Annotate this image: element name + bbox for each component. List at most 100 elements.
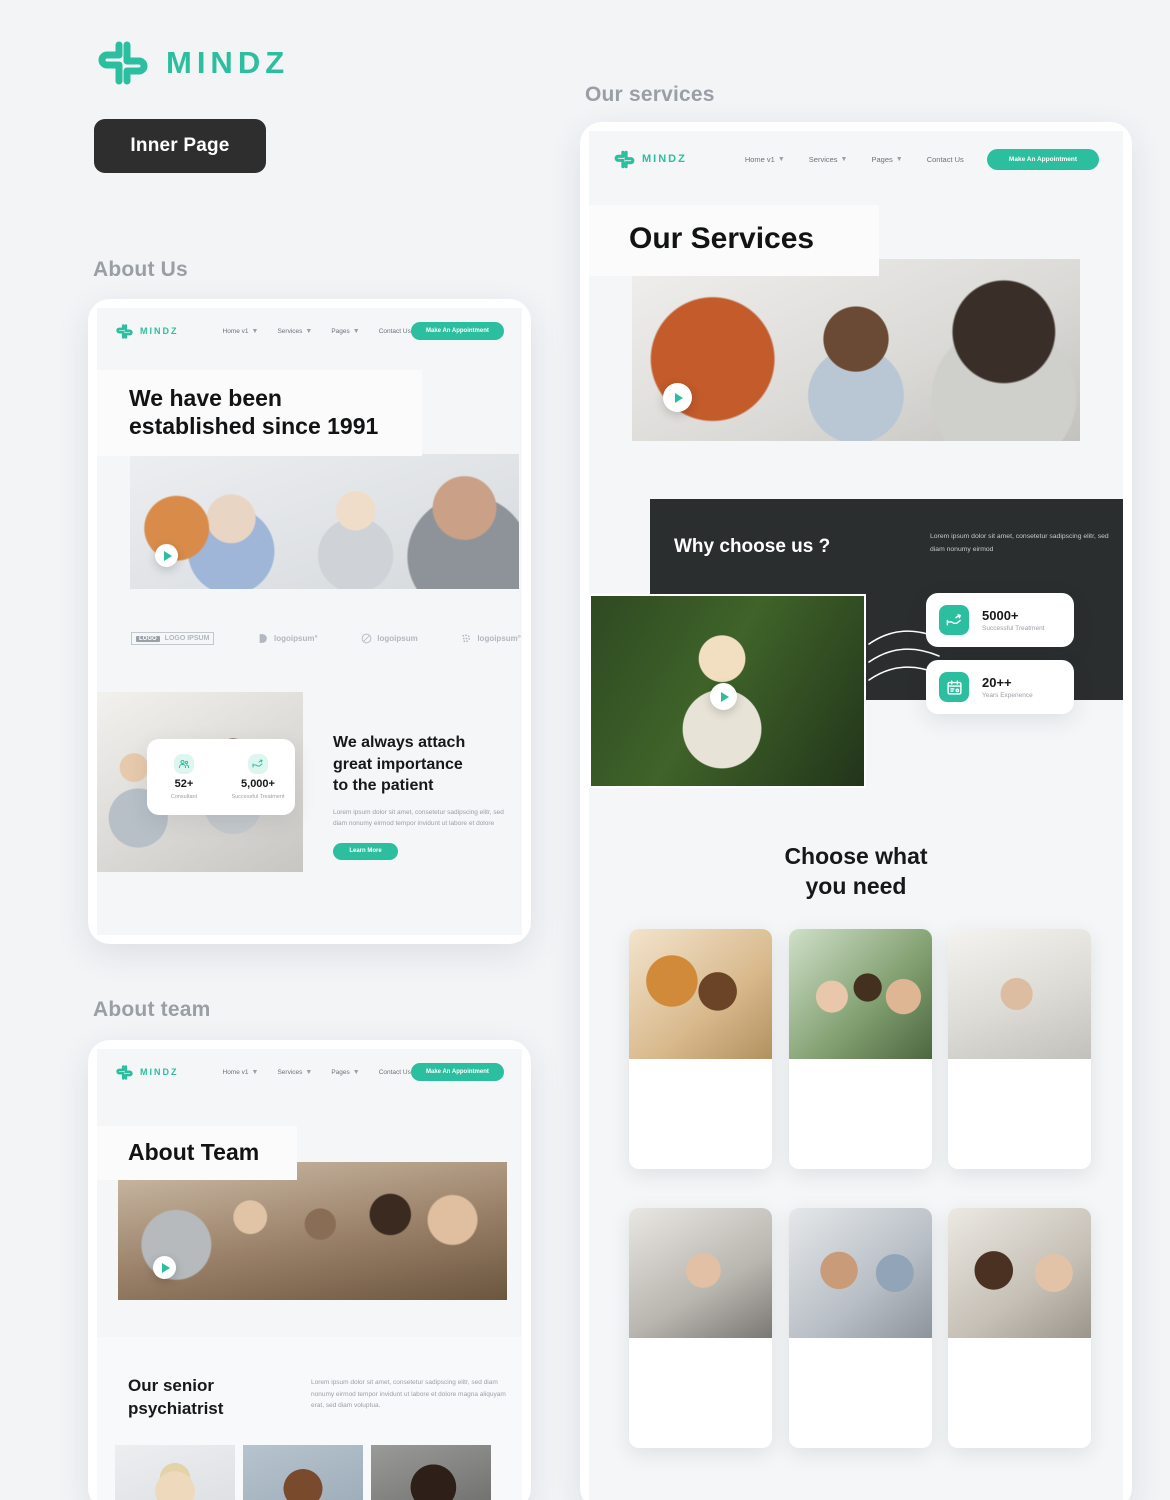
partner-logo-label: logoipsum° (274, 634, 318, 643)
chevron-down-icon: ▼ (251, 327, 259, 335)
chevron-down-icon: ▼ (251, 1068, 259, 1076)
choose-title-line-2: you need (805, 873, 907, 900)
partner-logo-label: LOGO IPSUM (164, 635, 210, 642)
about-hero-title: We have been established since 1991 (97, 370, 422, 457)
stat-text: 20++ Years Experience (982, 675, 1033, 699)
navbar-wordmark: MINDZ (140, 1067, 179, 1077)
nav-link-contact-us[interactable]: Contact Us (379, 328, 411, 335)
nav-link-label: Services (277, 327, 303, 335)
nav-link-home-v1[interactable]: Home v1 ▼ (745, 155, 785, 164)
navbar-wordmark: MINDZ (140, 326, 179, 336)
nav-link-label: Contact Us (378, 327, 411, 335)
family-psychology-photo (629, 929, 772, 1059)
relationship-issues-photo (789, 929, 932, 1059)
make-appointment-button[interactable]: Make An Appointment (410, 1063, 504, 1081)
nav-link-home-v1[interactable]: Home v1 ▼ (223, 1069, 259, 1076)
why-stat-card-experience: 20++ Years Experience (926, 660, 1074, 714)
nav-link-services[interactable]: Services ▼ (809, 155, 848, 164)
service-card-family-psychology[interactable]: Family Psychology Lorem ipsum dolor sit … (629, 929, 772, 1169)
chevron-down-icon: ▼ (840, 155, 848, 163)
nav-link-label: Pages (871, 154, 893, 164)
nav-link-services[interactable]: Services ▼ (277, 328, 312, 335)
chevron-down-icon: ▼ (895, 155, 903, 163)
choose-what-you-need-title: Choose what you need (589, 841, 1123, 902)
stat-label: Successful Treatment (982, 625, 1045, 632)
team-portrait-1 (115, 1445, 235, 1500)
service-card-married-counseling[interactable]: Married Counseling Lorem ipsum dolor sit… (789, 1208, 932, 1448)
chevron-down-icon: ▼ (352, 327, 360, 335)
hero-play-button[interactable] (153, 1256, 176, 1279)
nav-link-label: Pages (331, 1068, 350, 1076)
nav-link-contact-us[interactable]: Contact Us (927, 155, 964, 164)
stat-row: 20++ Years Experience (926, 660, 1074, 714)
feature-body: Lorem ipsum dolor sit amet, consetetur s… (333, 808, 504, 828)
feature-heading-line-1: We always attach (333, 734, 466, 751)
hero-play-button[interactable] (155, 544, 178, 567)
stat-value: 5000+ (982, 608, 1019, 623)
navbar-links: Home v1 ▼ Services ▼ Pages ▼ Contact Us (745, 155, 964, 164)
why-play-button[interactable] (710, 683, 737, 710)
services-navbar: MINDZ Home v1 ▼ Services ▼ Pages ▼ Contact … (589, 131, 1123, 187)
nav-link-pages[interactable]: Pages ▼ (871, 155, 902, 164)
navbar-links: Home v1 ▼ Services ▼ Pages ▼ Contact Us (223, 1069, 411, 1076)
service-card-career-counseling[interactable]: Career Counseling Lorem ipsum dolor sit … (948, 929, 1091, 1169)
nav-link-label: Contact Us (378, 1068, 411, 1076)
hero-play-button[interactable] (663, 383, 692, 412)
navbar-logo[interactable]: MINDZ (115, 1063, 179, 1082)
choose-title-line-1: Choose what (784, 843, 928, 869)
partner-logo-label: logoipsum (377, 634, 418, 643)
nav-link-pages[interactable]: Pages ▼ (331, 328, 359, 335)
nav-link-label: Home v1 (222, 327, 249, 335)
mindz-cross-logo-icon (94, 34, 152, 92)
partner-logo-strip: LOGO LOGO IPSUM logoipsum° logoipsum log… (131, 632, 521, 645)
womens-issues-photo (629, 1208, 772, 1338)
nav-link-pages[interactable]: Pages ▼ (331, 1069, 359, 1076)
about-team-hero-photo (118, 1162, 507, 1300)
self-esteem-issues-photo (948, 1208, 1091, 1338)
make-appointment-button[interactable]: Make An Appointment (410, 322, 504, 340)
chevron-down-icon: ▼ (352, 1068, 360, 1076)
stat-label: Consultant (170, 794, 198, 800)
our-services-viewport: MINDZ Home v1 ▼ Services ▼ Pages ▼ Contact … (589, 131, 1123, 1500)
feature-heading: We always attach great importance to the… (333, 732, 513, 797)
senior-psychiatrist-section: Our senior psychiatrist Lorem ipsum dolo… (97, 1337, 522, 1500)
partner-logo-4: logoipsum° (461, 633, 521, 644)
nav-link-home-v1[interactable]: Home v1 ▼ (223, 328, 259, 335)
logoipsum-half-circle-icon (259, 634, 267, 643)
nav-link-services[interactable]: Services ▼ (277, 1069, 312, 1076)
service-card-womens-issues[interactable]: Women's Issues Lorem ipsum dolor sit ame… (629, 1208, 772, 1448)
brand-block: MINDZ Inner Page (94, 34, 289, 173)
inner-page-button[interactable]: Inner Page (94, 119, 266, 173)
senior-title-line-1: Our senior (128, 1376, 214, 1395)
stat-label: Years Experience (982, 692, 1033, 699)
navbar-logo[interactable]: MINDZ (115, 322, 179, 341)
mockup-about-us: MINDZ Home v1 ▼ Services ▼ Pages ▼ Contact … (88, 299, 531, 944)
nav-link-contact-us[interactable]: Contact Us (379, 1069, 411, 1076)
senior-psychiatrist-body: Lorem ipsum dolor sit amet, consetetur s… (311, 1379, 506, 1410)
about-team-hero-title: About Team (97, 1126, 297, 1181)
about-us-viewport: MINDZ Home v1 ▼ Services ▼ Pages ▼ Contact … (97, 308, 522, 935)
why-choose-us-body: Lorem ipsum dolor sit amet, consetetur s… (930, 533, 1109, 553)
mindz-cross-logo-icon (614, 150, 635, 168)
logoipsum-dots-icon (462, 634, 471, 643)
senior-psychiatrist-title: Our senior psychiatrist (128, 1375, 223, 1421)
nav-link-label: Home v1 (744, 154, 775, 164)
feature-learn-more-button[interactable]: Learn More (333, 842, 398, 860)
service-card-relationship-issues[interactable]: Relationship Issues Lorem ipsum dolor si… (789, 929, 932, 1169)
navbar-links: Home v1 ▼ Services ▼ Pages ▼ Contact Us (223, 328, 411, 335)
nav-link-label: Services (808, 154, 838, 164)
about-hero-photo (130, 454, 519, 589)
navbar-logo[interactable]: MINDZ (613, 148, 687, 171)
hand-care-icon (248, 754, 268, 774)
logoipsum-box-icon: LOGO (136, 635, 160, 642)
brand-row: MINDZ (94, 34, 289, 92)
about-team-navbar: MINDZ Home v1 ▼ Services ▼ Pages ▼ Contact … (97, 1049, 522, 1095)
make-appointment-button[interactable]: Make An Appointment (987, 148, 1099, 170)
stat-consultant: 52+ Consultant (147, 739, 221, 815)
service-card-self-esteem-issues[interactable]: Self-Esteem Issues Lorem ipsum dolor sit… (948, 1208, 1091, 1448)
why-choose-us-title: Why choose us ? (674, 536, 831, 557)
calendar-icon (939, 672, 969, 702)
mindz-cross-logo-icon (116, 1064, 133, 1080)
feature-heading-line-3: to the patient (333, 777, 434, 795)
navbar-wordmark: MINDZ (642, 153, 687, 165)
